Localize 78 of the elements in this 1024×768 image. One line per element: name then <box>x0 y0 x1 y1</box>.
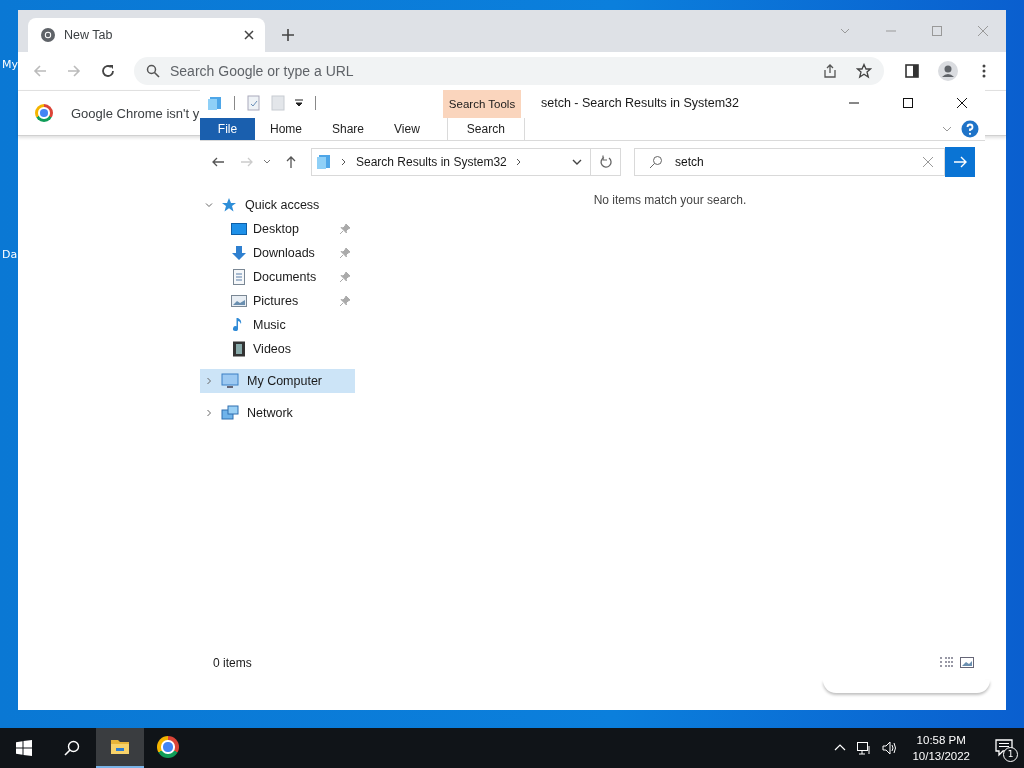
dropdown-icon[interactable] <box>572 157 582 167</box>
desktop-icon-label[interactable]: Da <box>2 248 18 262</box>
computer-icon <box>221 372 239 390</box>
large-icons-view-icon[interactable] <box>959 655 975 671</box>
picture-icon <box>231 293 247 309</box>
star-icon[interactable] <box>856 63 872 79</box>
reload-icon[interactable] <box>100 63 116 79</box>
close-icon[interactable] <box>956 97 968 109</box>
nav-item[interactable]: Pictures <box>200 289 355 313</box>
message-icon <box>995 739 1013 757</box>
search-icon <box>146 64 160 78</box>
ribbon-tab[interactable]: Search <box>446 118 525 140</box>
side-panel-icon[interactable] <box>904 63 920 79</box>
taskbar-app-button[interactable] <box>96 728 144 768</box>
breadcrumb[interactable]: Search Results in System32 <box>356 155 507 169</box>
ribbon-tab[interactable]: Share <box>317 118 380 140</box>
clock[interactable]: 10:58 PM 10/13/2022 <box>912 732 970 764</box>
notifications-button[interactable]: 1 <box>984 728 1024 768</box>
search-icon <box>649 155 663 169</box>
search-icon <box>64 740 80 756</box>
ribbon-tab[interactable]: File <box>200 118 255 140</box>
chrome-logo-icon <box>40 27 56 43</box>
share-icon[interactable] <box>822 63 838 79</box>
ribbon-tab[interactable]: View <box>379 118 435 140</box>
context-tab-group-label: Search Tools <box>448 98 516 110</box>
info-bar-text: Google Chrome isn't y <box>71 105 200 121</box>
nav-item[interactable]: My Computer <box>200 369 355 393</box>
star-icon <box>221 197 237 213</box>
nav-item[interactable]: Network <box>200 401 355 425</box>
nav-item[interactable]: Music <box>200 313 355 337</box>
network-icon[interactable] <box>856 740 873 756</box>
chrome-logo-icon <box>157 736 179 758</box>
customize-toolbar-icon[interactable] <box>294 98 304 108</box>
windows-logo-icon <box>16 740 32 756</box>
chevron-icon[interactable] <box>340 158 348 166</box>
recent-locations-icon[interactable] <box>263 158 271 166</box>
nav-item[interactable]: Desktop <box>200 217 355 241</box>
browser-tab[interactable]: New Tab <box>28 18 265 52</box>
search-box[interactable]: setch <box>634 148 945 176</box>
film-icon <box>231 341 247 357</box>
ribbon-tab[interactable]: Home <box>255 118 317 140</box>
clock-time: 10:58 PM <box>916 733 966 748</box>
item-count: 0 items <box>213 656 252 670</box>
nav-item[interactable]: Documents <box>200 265 355 289</box>
address-bar[interactable]: Search Google or type a URL <box>134 57 884 85</box>
document-icon <box>231 269 247 285</box>
profile-icon[interactable] <box>938 61 958 81</box>
nav-item[interactable]: Quick access <box>200 193 355 217</box>
window-title: setch - Search Results in System32 <box>541 96 739 110</box>
help-icon[interactable] <box>961 120 979 138</box>
download-icon <box>231 245 247 261</box>
empty-message: No items match your search. <box>593 193 747 209</box>
chrome-logo-icon <box>35 104 53 122</box>
close-icon[interactable] <box>243 29 255 41</box>
new-tab-icon[interactable] <box>281 28 295 42</box>
clear-icon[interactable] <box>922 156 934 168</box>
nav-item[interactable]: Downloads <box>200 241 355 265</box>
desktop-icon-label[interactable]: My <box>2 58 18 72</box>
refresh-icon <box>598 155 613 169</box>
search-text: setch <box>675 155 704 169</box>
chevron-icon[interactable] <box>514 158 523 166</box>
address-bar[interactable]: Search Results in System32 <box>311 148 591 176</box>
desktop-icon <box>231 221 247 237</box>
folder-icon <box>207 95 223 111</box>
up-icon[interactable] <box>284 155 298 169</box>
network-icon <box>221 404 239 422</box>
refresh-button[interactable] <box>591 148 621 176</box>
notification-count: 1 <box>1003 747 1018 762</box>
back-icon[interactable] <box>211 155 225 169</box>
volume-icon[interactable] <box>882 740 899 756</box>
arrow-right-icon <box>953 155 967 169</box>
folder-icon <box>316 154 332 170</box>
maximize-icon[interactable] <box>902 97 914 109</box>
folder-icon <box>110 737 130 757</box>
nav-item[interactable]: Videos <box>200 337 355 361</box>
placeholder-text: Search Google or type a URL <box>170 63 354 79</box>
clock-date: 10/13/2022 <box>912 749 970 764</box>
search-go-button[interactable] <box>945 147 975 177</box>
